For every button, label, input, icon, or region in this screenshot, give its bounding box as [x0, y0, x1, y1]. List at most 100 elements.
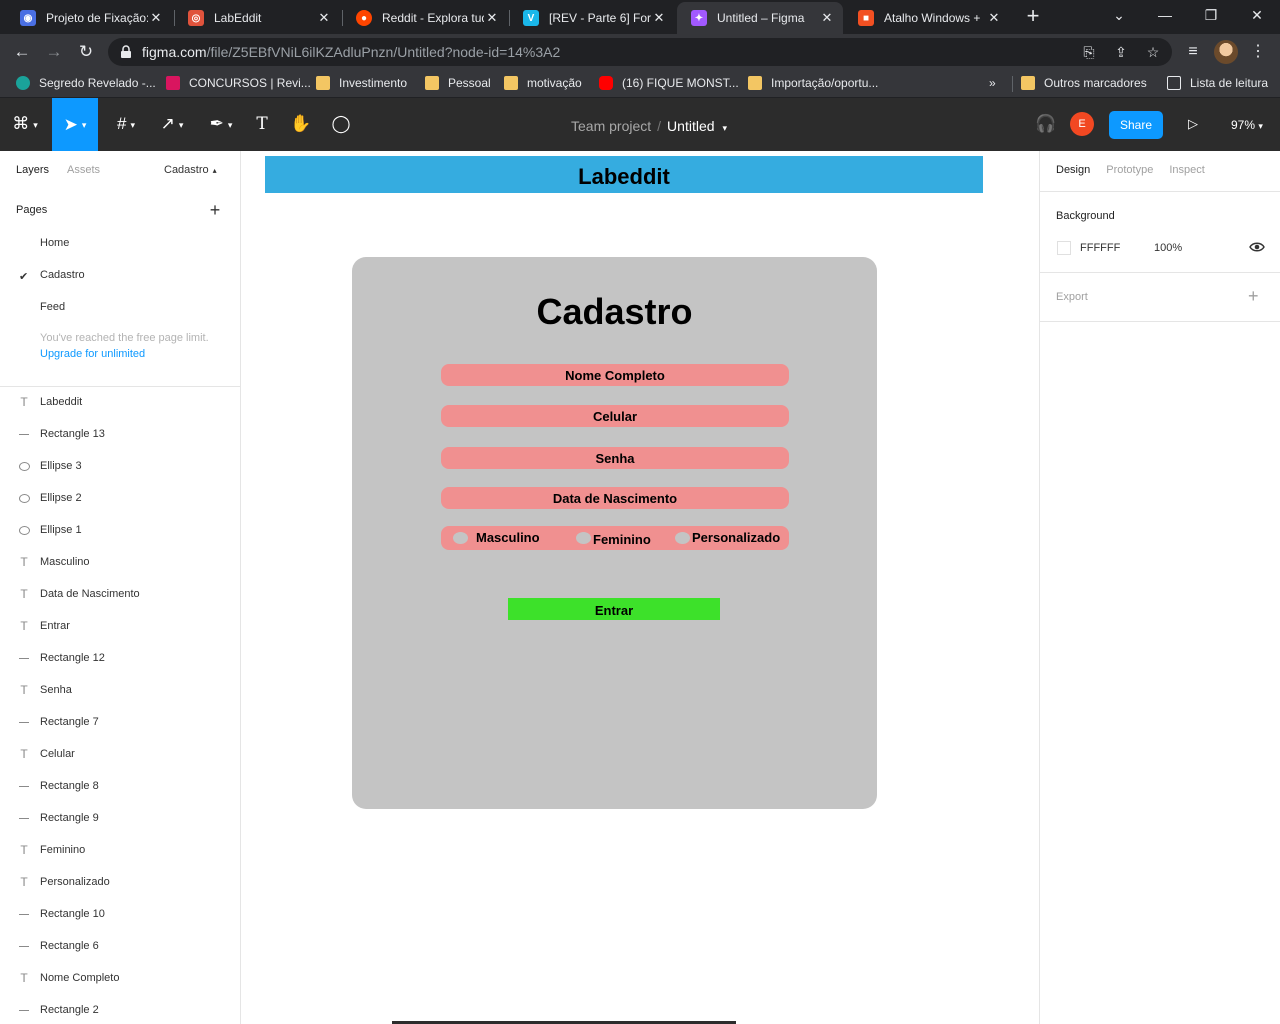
background-opacity-input[interactable]: 100% — [1154, 242, 1182, 254]
bookmark-folder[interactable]: Importação/oportu... — [748, 76, 878, 90]
media-control-icon[interactable]: ≡ — [1180, 39, 1206, 65]
gender-option-personalizado[interactable]: Personalizado — [692, 530, 780, 545]
page-item-feed[interactable]: Feed — [40, 301, 65, 313]
radio-ellipse-icon[interactable] — [576, 532, 591, 544]
tab-close-icon[interactable]: ✕ — [651, 10, 667, 26]
gender-option-feminino[interactable]: Feminino — [593, 532, 651, 547]
tab-close-icon[interactable]: ✕ — [148, 10, 164, 26]
browser-tab[interactable]: ■ Atalho Windows + ✕ — [844, 2, 1010, 34]
nome-completo-field[interactable]: Nome Completo — [441, 364, 789, 386]
layer-item[interactable]: T Feminino — [0, 835, 240, 867]
labeddit-header-frame[interactable]: Labeddit — [265, 156, 983, 193]
frame-tool-icon[interactable]: # ▾ — [110, 110, 142, 138]
bookmark-star-icon[interactable]: ☆ — [1144, 43, 1162, 61]
file-breadcrumb[interactable]: Team project / Untitled ▾ — [571, 118, 727, 134]
minimize-icon[interactable]: — — [1142, 0, 1188, 32]
radio-ellipse-icon[interactable] — [453, 532, 468, 544]
bookmark-folder[interactable]: Outros marcadores — [1021, 76, 1147, 90]
browser-tab[interactable]: ◎ LabEddit ✕ — [174, 2, 340, 34]
tab-design[interactable]: Design — [1056, 164, 1090, 176]
pen-tool-icon[interactable]: ✒ ▾ — [204, 110, 238, 138]
tab-inspect[interactable]: Inspect — [1169, 164, 1204, 176]
zoom-dropdown[interactable]: 97% ▾ — [1231, 118, 1263, 132]
tab-close-icon[interactable]: ✕ — [484, 10, 500, 26]
layer-item[interactable]: T Masculino — [0, 547, 240, 579]
browser-tab[interactable]: ● Reddit - Explora tudo ✕ — [342, 2, 508, 34]
project-name[interactable]: Team project — [571, 118, 651, 134]
page-switcher[interactable]: Cadastro ▴ — [164, 164, 217, 176]
bookmark-folder[interactable]: Investimento — [316, 76, 407, 90]
layer-item[interactable]: Ellipse 3 — [0, 451, 240, 483]
layer-item[interactable]: Rectangle 6 — [0, 931, 240, 963]
data-nascimento-field[interactable]: Data de Nascimento — [441, 487, 789, 509]
tab-prototype[interactable]: Prototype — [1106, 164, 1153, 176]
tab-assets[interactable]: Assets — [67, 164, 100, 176]
layer-item[interactable]: T Labeddit — [0, 387, 240, 419]
text-tool-icon[interactable]: T — [252, 110, 272, 138]
layer-item[interactable]: Ellipse 2 — [0, 483, 240, 515]
share-page-icon[interactable]: ⇪ — [1112, 43, 1130, 61]
gender-options-bar[interactable]: Masculino Feminino Personalizado — [441, 526, 789, 550]
tab-layers[interactable]: Layers — [16, 164, 49, 176]
browser-menu-icon[interactable]: ⋮ — [1245, 39, 1271, 65]
design-canvas[interactable]: Labeddit Cadastro Nome Completo Celular … — [241, 151, 1256, 1024]
hand-tool-icon[interactable]: ✋ — [290, 110, 312, 138]
reading-list[interactable]: Lista de leitura — [1167, 76, 1268, 90]
audio-headphones-icon[interactable]: 🎧 — [1034, 110, 1058, 138]
layer-item[interactable]: T Senha — [0, 675, 240, 707]
new-tab-icon[interactable]: + — [1020, 4, 1046, 30]
entrar-button[interactable]: Entrar — [508, 598, 720, 620]
layer-item[interactable]: T Entrar — [0, 611, 240, 643]
reload-icon[interactable]: ↻ — [73, 39, 99, 65]
layer-item[interactable]: Rectangle 12 — [0, 643, 240, 675]
layer-item[interactable]: Rectangle 2 — [0, 995, 240, 1024]
celular-field[interactable]: Celular — [441, 405, 789, 427]
layer-item[interactable]: Rectangle 7 — [0, 707, 240, 739]
layer-item[interactable]: T Personalizado — [0, 867, 240, 899]
senha-field[interactable]: Senha — [441, 447, 789, 469]
layer-item[interactable]: Rectangle 9 — [0, 803, 240, 835]
gender-option-masculino[interactable]: Masculino — [476, 530, 540, 545]
profile-avatar[interactable] — [1214, 40, 1238, 64]
bookmark-folder[interactable]: motivação — [504, 76, 582, 90]
bookmark-item[interactable]: (16) FIQUE MONST... — [599, 76, 739, 90]
file-name[interactable]: Untitled — [667, 118, 714, 134]
browser-tab[interactable]: ◉ Projeto de Fixação: ✕ — [6, 2, 172, 34]
background-color-swatch[interactable] — [1057, 241, 1071, 255]
cadastro-card[interactable]: Cadastro Nome Completo Celular Senha Dat… — [352, 257, 877, 809]
comment-tool-icon[interactable]: ◯ — [330, 110, 352, 138]
layer-item[interactable]: Rectangle 8 — [0, 771, 240, 803]
page-item-home[interactable]: Home — [40, 237, 69, 249]
add-export-icon[interactable]: + — [1248, 286, 1259, 307]
layer-item[interactable]: T Data de Nascimento — [0, 579, 240, 611]
shape-tool-icon[interactable]: ↗ ▾ — [156, 110, 188, 138]
upgrade-link[interactable]: Upgrade for unlimited — [40, 348, 145, 360]
forward-icon[interactable]: → — [41, 39, 67, 65]
layer-item[interactable]: T Celular — [0, 739, 240, 771]
tab-close-icon[interactable]: ✕ — [316, 10, 332, 26]
present-play-icon[interactable]: ▷ — [1184, 110, 1202, 138]
move-tool-icon[interactable]: ➤ ▾ — [52, 98, 98, 151]
more-bookmarks-icon[interactable]: » — [989, 76, 996, 90]
url-text[interactable]: figma.com/file/Z5EBfVNiL6ilKZAdluPnzn/Un… — [142, 44, 560, 60]
bookmark-item[interactable]: Segredo Revelado -... — [16, 76, 156, 90]
bookmark-item[interactable]: CONCURSOS | Revi... — [166, 76, 311, 90]
tab-search-icon[interactable]: ⌄ — [1096, 0, 1142, 32]
layer-item[interactable]: Rectangle 13 — [0, 419, 240, 451]
main-menu-icon[interactable]: ⌘ ▾ — [10, 110, 40, 138]
chevron-down-icon[interactable]: ▾ — [723, 123, 728, 133]
visibility-eye-icon[interactable] — [1249, 240, 1265, 254]
browser-tab[interactable]: V [REV - Parte 6] Form ✕ — [509, 2, 675, 34]
layer-item[interactable]: T Nome Completo — [0, 963, 240, 995]
layer-item[interactable]: Rectangle 10 — [0, 899, 240, 931]
layer-item[interactable]: Ellipse 1 — [0, 515, 240, 547]
radio-ellipse-icon[interactable] — [675, 532, 690, 544]
address-bar[interactable]: figma.com/file/Z5EBfVNiL6ilKZAdluPnzn/Un… — [108, 38, 1172, 66]
page-item-cadastro[interactable]: Cadastro — [40, 269, 85, 281]
clipboard-icon[interactable]: ⎘ — [1080, 43, 1098, 61]
bookmark-folder[interactable]: Pessoal — [425, 76, 491, 90]
share-button[interactable]: Share — [1109, 111, 1163, 139]
tab-close-icon[interactable]: ✕ — [986, 10, 1002, 26]
restore-icon[interactable]: ❐ — [1188, 0, 1234, 32]
add-page-icon[interactable]: + — [206, 200, 224, 221]
